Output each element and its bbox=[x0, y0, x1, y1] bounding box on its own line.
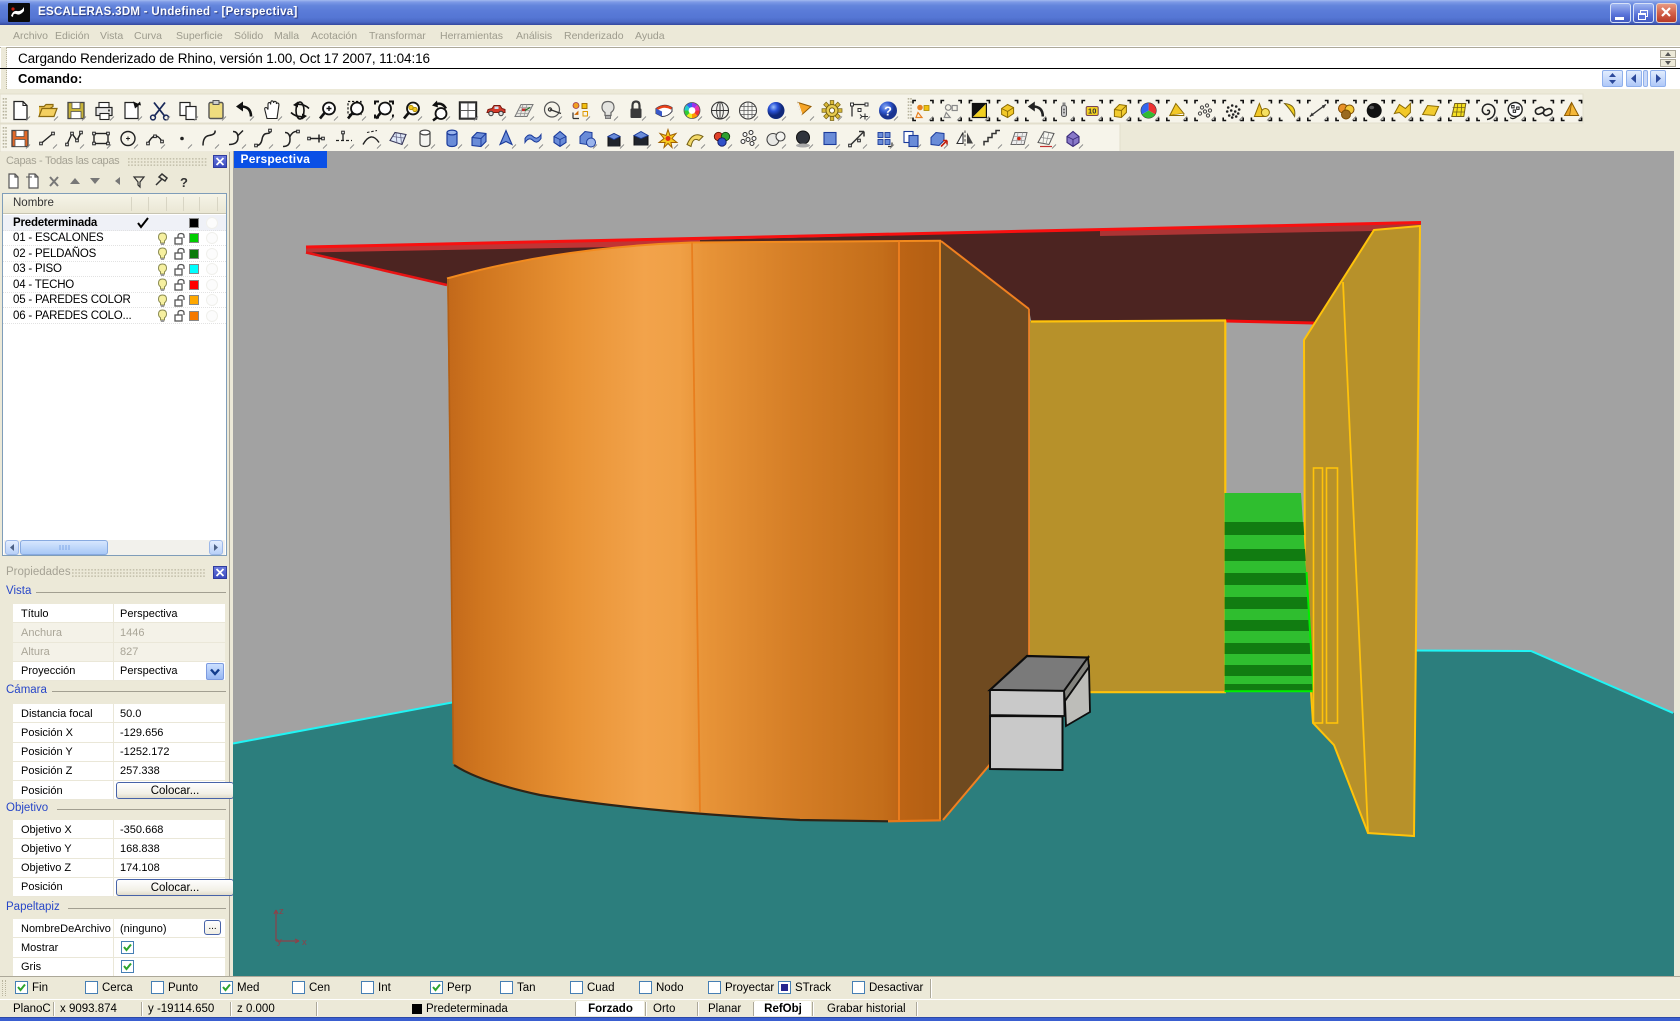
svg-text:?: ? bbox=[884, 104, 892, 119]
svg-text:?: ? bbox=[180, 175, 188, 190]
svg-text:x: x bbox=[302, 937, 307, 948]
svg-text:y: y bbox=[277, 936, 282, 947]
svg-text:z: z bbox=[279, 906, 284, 917]
svg-text:10: 10 bbox=[1088, 107, 1096, 116]
